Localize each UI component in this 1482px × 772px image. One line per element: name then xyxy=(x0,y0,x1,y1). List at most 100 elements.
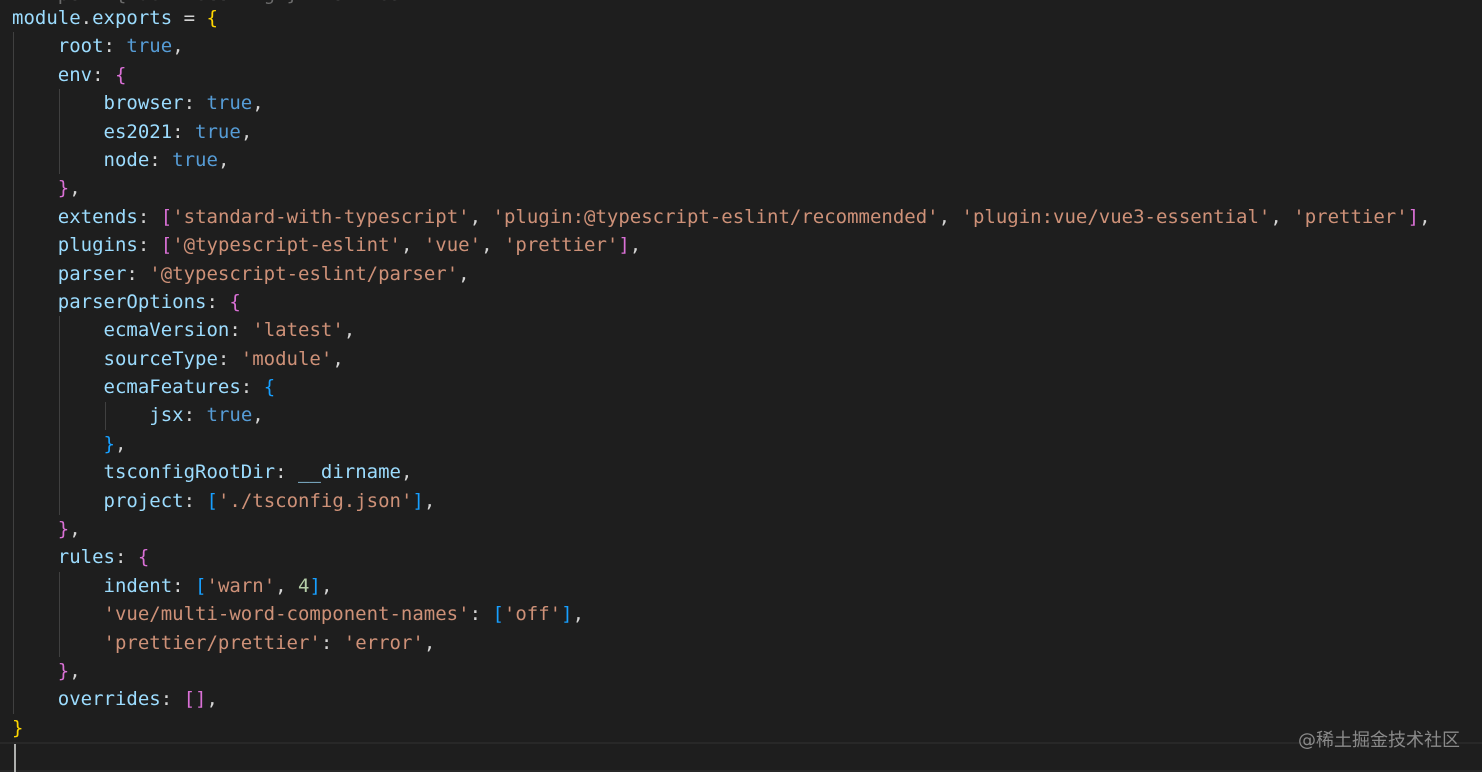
code-token: ecmaVersion xyxy=(103,319,230,342)
code-line[interactable]: sourceType: 'module', xyxy=(12,345,1431,373)
code-token: indent xyxy=(103,574,173,597)
code-token: 'standard-with-typescript' xyxy=(172,205,470,228)
code-line[interactable]: parser: '@typescript-eslint/parser', xyxy=(12,260,1431,288)
code-token: , xyxy=(938,205,962,228)
code-line[interactable]: rules: { xyxy=(12,543,1431,571)
code-line[interactable]: parserOptions: { xyxy=(12,288,1431,316)
code-token: '@typescript-eslint/parser' xyxy=(149,262,459,285)
code-token: [ xyxy=(160,234,173,257)
code-token: true xyxy=(126,35,173,58)
code-token: ecmaFeatures xyxy=(103,376,241,399)
code-token: : xyxy=(160,688,184,711)
code-token: , xyxy=(275,574,299,597)
code-token: { xyxy=(137,546,150,569)
code-token: , xyxy=(114,432,127,455)
code-line[interactable]: indent: ['warn', 4], xyxy=(12,572,1431,600)
code-token: , xyxy=(629,234,642,257)
code-token: , xyxy=(423,489,436,512)
code-line[interactable]: ecmaVersion: 'latest', xyxy=(12,316,1431,344)
code-line[interactable]: browser: true, xyxy=(12,89,1431,117)
code-token: , xyxy=(320,574,333,597)
code-token: } xyxy=(103,432,115,455)
code-token: : xyxy=(320,631,344,654)
code-token: . xyxy=(80,7,93,29)
code-line[interactable]: extends: ['standard-with-typescript', 'p… xyxy=(12,203,1431,231)
code-editor[interactable]: import { defineConfig } from 'eslint' mo… xyxy=(0,0,1482,772)
code-token: : xyxy=(126,262,150,285)
code-line[interactable]: es2021: true, xyxy=(12,118,1431,146)
code-token: jsx xyxy=(149,404,184,427)
code-token: module xyxy=(12,7,81,29)
code-line[interactable]: 'vue/multi-word-component-names': ['off'… xyxy=(12,600,1431,628)
code-token: , xyxy=(572,603,585,626)
code-line[interactable]: }, xyxy=(12,174,1431,202)
code-token: rules xyxy=(57,546,115,569)
code-line[interactable]: }, xyxy=(12,430,1431,458)
code-line[interactable]: 'prettier/prettier': 'error', xyxy=(12,629,1431,657)
code-token: : xyxy=(92,63,115,86)
code-line[interactable]: } xyxy=(12,714,1431,742)
code-content[interactable]: module.exports = { root: true, env: { br… xyxy=(12,4,1431,742)
code-token: parser xyxy=(57,262,127,285)
code-token: 'prettier' xyxy=(503,234,619,257)
code-token: } xyxy=(12,716,24,739)
code-line[interactable]: }, xyxy=(12,657,1431,685)
code-token: : xyxy=(149,148,173,171)
code-token: : xyxy=(183,489,207,512)
code-token: , xyxy=(481,234,504,257)
code-token: ] xyxy=(1407,205,1420,228)
code-token: { xyxy=(229,290,241,313)
code-line[interactable]: env: { xyxy=(12,61,1431,89)
code-token: } xyxy=(57,659,70,682)
code-line[interactable]: ecmaFeatures: { xyxy=(12,373,1431,401)
code-line[interactable]: root: true, xyxy=(12,32,1431,60)
code-token: : xyxy=(183,92,207,115)
code-token: 'error' xyxy=(343,631,424,654)
code-token: env xyxy=(57,63,93,86)
code-token: sourceType xyxy=(103,347,218,370)
code-line[interactable]: overrides: [], xyxy=(12,685,1431,713)
code-token: '@typescript-eslint' xyxy=(172,234,401,257)
code-token: , xyxy=(252,92,264,115)
code-token: 'module' xyxy=(240,347,333,370)
code-token: : xyxy=(137,234,161,257)
code-token: ] xyxy=(618,234,630,257)
code-line[interactable]: project: ['./tsconfig.json'], xyxy=(12,487,1431,515)
watermark: @稀土掘金技术社区 xyxy=(1298,730,1460,751)
code-token: , xyxy=(400,461,413,484)
code-token: { xyxy=(114,63,127,86)
code-token: [ xyxy=(160,205,173,228)
code-token: [ xyxy=(195,574,207,597)
code-line[interactable]: }, xyxy=(12,515,1431,543)
code-line[interactable]: plugins: ['@typescript-eslint', 'vue', '… xyxy=(12,231,1431,259)
code-token: es2021 xyxy=(103,120,173,143)
code-line[interactable]: node: true, xyxy=(12,146,1431,174)
code-line[interactable]: jsx: true, xyxy=(12,401,1431,429)
code-token: , xyxy=(69,659,81,682)
code-token: './tsconfig.json' xyxy=(217,489,413,512)
code-token: tsconfigRootDir xyxy=(103,461,276,484)
code-token: 'latest' xyxy=(252,319,344,342)
code-token: : xyxy=(240,376,264,399)
code-token: project xyxy=(103,489,184,512)
code-token: , xyxy=(343,319,356,342)
code-token: , xyxy=(1419,205,1431,228)
code-line[interactable]: module.exports = { xyxy=(12,4,1431,32)
code-line[interactable]: tsconfigRootDir: __dirname, xyxy=(12,458,1431,486)
code-token: , xyxy=(423,631,436,654)
code-token: : xyxy=(469,603,493,626)
code-token: browser xyxy=(103,92,184,115)
code-token: : xyxy=(172,574,196,597)
code-token: 'off' xyxy=(503,603,562,626)
code-token: 4 xyxy=(298,574,310,597)
